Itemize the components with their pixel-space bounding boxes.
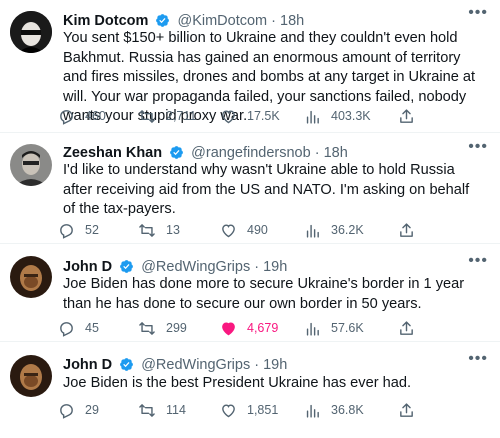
tweet[interactable]: Kim Dotcom @KimDotcom · 18h ••• You sent… (0, 0, 500, 133)
retweet-count: 114 (166, 403, 186, 417)
views-button[interactable]: 57.6K (304, 318, 364, 338)
tweet-actions: 45 299 4,679 57.6K (58, 318, 478, 338)
tweet-actions: 460 2,711 17.5K 403.3K (58, 106, 478, 126)
views-button[interactable]: 36.8K (304, 400, 364, 420)
tweet-text: Joe Biden has done more to secure Ukrain… (63, 276, 465, 312)
views-icon (304, 402, 331, 419)
reply-icon (58, 320, 85, 337)
retweet-icon (138, 108, 166, 125)
reply-count: 45 (85, 321, 99, 335)
reply-button[interactable]: 460 (58, 106, 106, 126)
retweet-button[interactable]: 2,711 (138, 106, 196, 126)
tweet-feed: Kim Dotcom @KimDotcom · 18h ••• You sent… (0, 0, 500, 438)
like-button[interactable]: 1,851 (220, 400, 278, 420)
reply-count: 29 (85, 403, 99, 417)
timestamp[interactable]: 18h (324, 145, 348, 161)
retweet-button[interactable]: 13 (138, 220, 180, 240)
more-icon[interactable]: ••• (468, 351, 488, 367)
views-button[interactable]: 36.2K (304, 220, 364, 240)
views-count: 36.2K (331, 223, 364, 237)
reply-count: 460 (85, 109, 106, 123)
like-icon (220, 320, 247, 337)
share-button[interactable] (398, 220, 425, 240)
author-handle[interactable]: @RedWingGrips (141, 357, 250, 373)
reply-button[interactable]: 45 (58, 318, 99, 338)
avatar[interactable] (10, 144, 52, 186)
like-count: 1,851 (247, 403, 279, 417)
tweet-actions: 52 13 490 36.2K (58, 220, 478, 240)
separator-dot: · (254, 259, 260, 275)
retweet-icon (138, 320, 166, 337)
views-count: 403.3K (331, 109, 371, 123)
views-icon (304, 320, 331, 337)
retweet-icon (138, 222, 166, 239)
views-icon (304, 108, 331, 125)
tweet-text: Joe Biden is the best President Ukraine … (63, 375, 412, 391)
tweet[interactable]: John D @RedWingGrips · 19h ••• Joe Biden… (0, 343, 500, 438)
like-icon (220, 222, 247, 239)
separator-dot: · (254, 357, 260, 373)
avatar[interactable] (10, 256, 52, 298)
reply-count: 52 (85, 223, 99, 237)
author-name[interactable]: John D (63, 357, 112, 373)
tweet-text: I'd like to understand why wasn't Ukrain… (63, 162, 470, 217)
timestamp[interactable]: 19h (263, 357, 287, 373)
tweet[interactable]: Zeeshan Khan @rangefindersnob · 18h ••• … (0, 134, 500, 244)
share-icon (398, 402, 425, 419)
share-icon (398, 108, 425, 125)
avatar[interactable] (10, 11, 52, 53)
retweet-count: 2,711 (166, 109, 197, 123)
like-button[interactable]: 4,679 (220, 318, 278, 338)
reply-icon (58, 402, 85, 419)
retweet-button[interactable]: 299 (138, 318, 187, 338)
retweet-count: 299 (166, 321, 187, 335)
views-count: 57.6K (331, 321, 364, 335)
timestamp[interactable]: 19h (263, 259, 287, 275)
author-name[interactable]: Zeeshan Khan (63, 145, 162, 161)
share-button[interactable] (398, 106, 425, 126)
share-button[interactable] (398, 318, 425, 338)
avatar[interactable] (10, 355, 52, 397)
author-name[interactable]: John D (63, 259, 112, 275)
like-count: 17.5K (247, 109, 280, 123)
views-icon (304, 222, 331, 239)
like-icon (220, 402, 247, 419)
more-icon[interactable]: ••• (468, 5, 488, 21)
more-icon[interactable]: ••• (468, 253, 488, 269)
like-button[interactable]: 17.5K (220, 106, 280, 126)
author-name[interactable]: Kim Dotcom (63, 13, 148, 29)
like-button[interactable]: 490 (220, 220, 268, 240)
retweet-icon (138, 402, 166, 419)
reply-button[interactable]: 29 (58, 400, 99, 420)
share-icon (398, 320, 425, 337)
like-count: 490 (247, 223, 268, 237)
share-button[interactable] (398, 400, 425, 420)
like-count: 4,679 (247, 321, 279, 335)
reply-button[interactable]: 52 (58, 220, 99, 240)
separator-dot: · (271, 13, 276, 29)
separator-dot: · (314, 145, 320, 161)
tweet-actions: 29 114 1,851 36.8K (58, 400, 478, 420)
views-count: 36.8K (331, 403, 364, 417)
views-button[interactable]: 403.3K (304, 106, 371, 126)
author-handle[interactable]: @KimDotcom (177, 13, 267, 29)
share-icon (398, 222, 425, 239)
reply-icon (58, 108, 85, 125)
more-icon[interactable]: ••• (468, 139, 488, 155)
tweet[interactable]: John D @RedWingGrips · 19h ••• Joe Biden… (0, 245, 500, 342)
timestamp[interactable]: 18h (280, 13, 304, 29)
author-handle[interactable]: @rangefindersnob (191, 145, 311, 161)
retweet-button[interactable]: 114 (138, 400, 186, 420)
retweet-count: 13 (166, 223, 180, 237)
reply-icon (58, 222, 85, 239)
author-handle[interactable]: @RedWingGrips (141, 259, 250, 275)
like-icon (220, 108, 247, 125)
